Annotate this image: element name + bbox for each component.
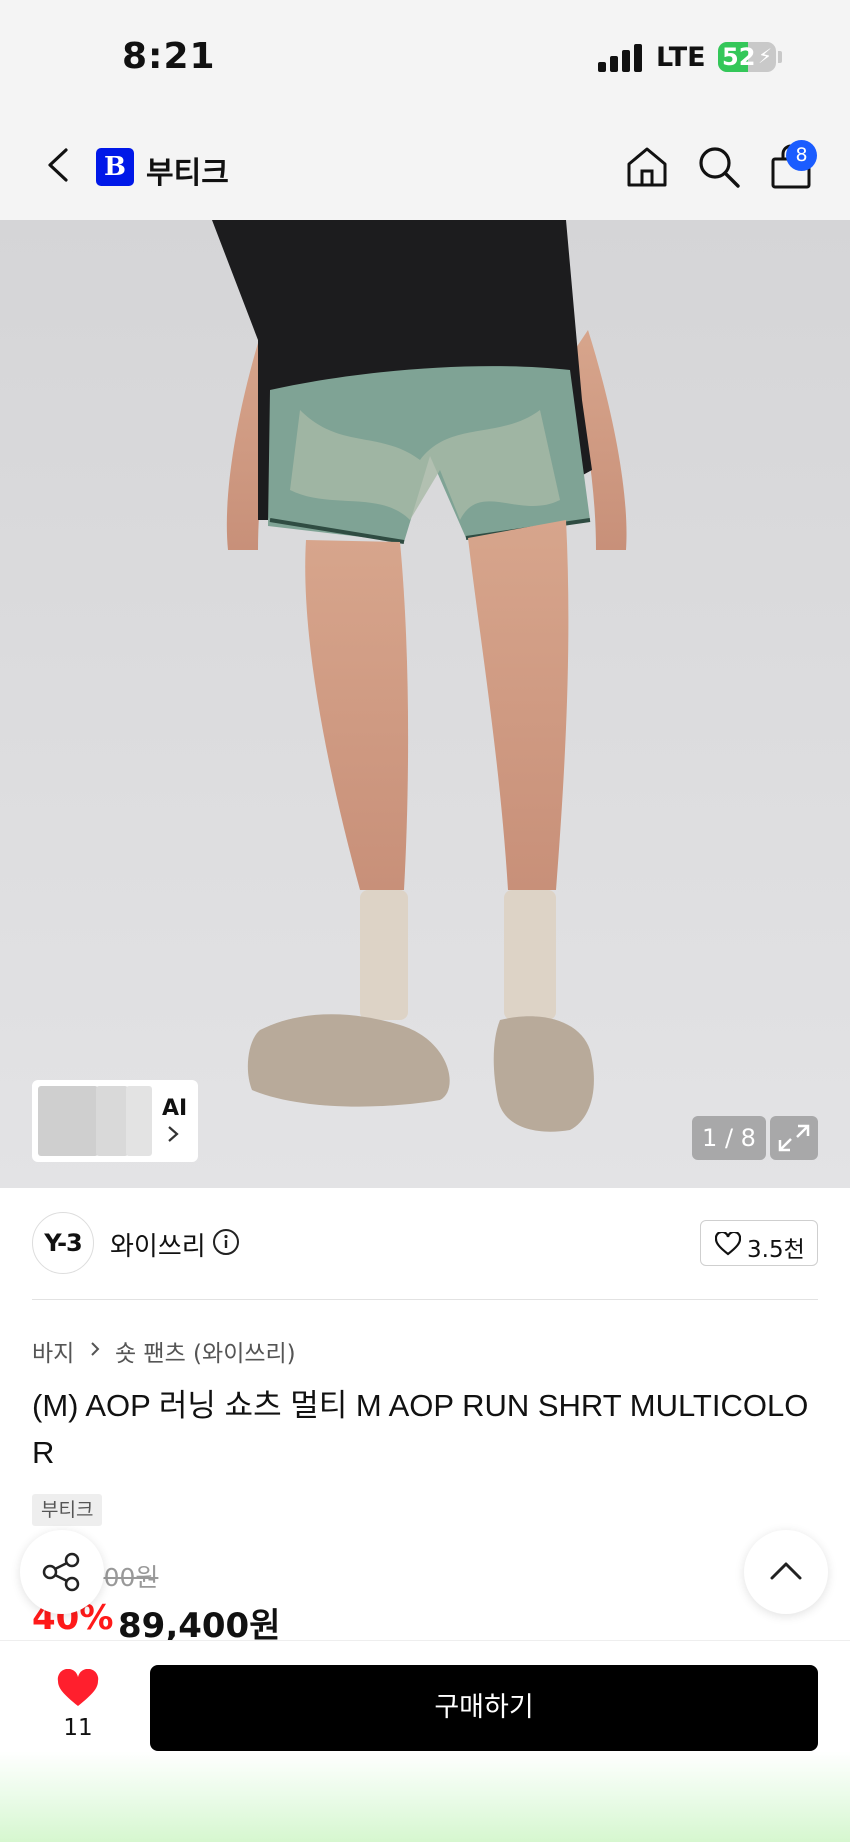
product-title: (M) AOP 러닝 쇼츠 멀티 M AOP RUN SHRT MULTICOL…: [32, 1388, 809, 1470]
battery-level: 52: [722, 43, 756, 71]
bottom-action-bar: 11 구매하기: [0, 1640, 850, 1842]
heart-outline-icon: [715, 1232, 741, 1256]
breadcrumb-item-pants[interactable]: 바지: [32, 1334, 74, 1368]
breadcrumb-item-shorts[interactable]: 숏 팬츠 (와이쓰리): [115, 1334, 296, 1368]
brand-logo[interactable]: Y-3: [32, 1212, 94, 1274]
battery-icon: 52 ⚡: [718, 42, 776, 72]
search-icon: [699, 147, 740, 188]
battery-cap: [778, 51, 782, 63]
back-icon: [48, 148, 68, 182]
signal-icon: [598, 44, 644, 72]
thumbnail-1[interactable]: [38, 1086, 98, 1156]
brand-like-count: 3.5천: [747, 1237, 805, 1263]
brand-like-button[interactable]: 3.5천: [700, 1220, 818, 1266]
ai-thumbnail-strip[interactable]: AI: [32, 1080, 198, 1162]
breadcrumb: 바지 숏 팬츠 (와이쓰리): [32, 1334, 296, 1368]
ai-label: AI: [162, 1096, 188, 1121]
share-icon: [42, 1552, 80, 1592]
brand-name[interactable]: 와이쓰리: [110, 1226, 206, 1263]
network-type: LTE: [656, 42, 706, 73]
image-counter: 1 / 8: [692, 1116, 766, 1160]
wish-count: 11: [63, 1715, 93, 1741]
cart-count-badge: 8: [786, 140, 817, 171]
thumbnail-2[interactable]: [96, 1086, 128, 1156]
chevron-up-icon: [770, 1562, 802, 1580]
expand-icon: [778, 1124, 810, 1152]
back-button[interactable]: [40, 142, 80, 188]
home-icon: [627, 147, 667, 187]
charging-icon: ⚡: [757, 44, 772, 68]
store-name[interactable]: 부티크: [146, 148, 229, 192]
expand-button[interactable]: [770, 1116, 818, 1160]
wish-button[interactable]: [56, 1668, 100, 1709]
boutique-tag: 부티크: [32, 1494, 103, 1526]
search-button[interactable]: [696, 144, 742, 190]
chevron-right-icon: [88, 1338, 102, 1364]
chevron-right-icon: [168, 1126, 179, 1142]
info-icon[interactable]: [212, 1228, 240, 1256]
status-bar: 8:21 LTE 52 ⚡: [0, 0, 850, 110]
store-logo[interactable]: B: [96, 148, 134, 186]
clock: 8:21: [122, 36, 216, 77]
buy-button[interactable]: 구매하기: [150, 1665, 818, 1751]
top-nav: B 부티크 8: [0, 110, 850, 220]
product-photo: [212, 220, 627, 1132]
scroll-top-button[interactable]: [744, 1530, 828, 1614]
thumbnail-3[interactable]: [126, 1086, 152, 1156]
home-button[interactable]: [624, 144, 670, 190]
heart-filled-icon: [57, 1668, 99, 1706]
divider: [32, 1299, 818, 1300]
product-image-carousel[interactable]: AI 1 / 8: [0, 220, 850, 1188]
share-button[interactable]: [20, 1530, 104, 1614]
